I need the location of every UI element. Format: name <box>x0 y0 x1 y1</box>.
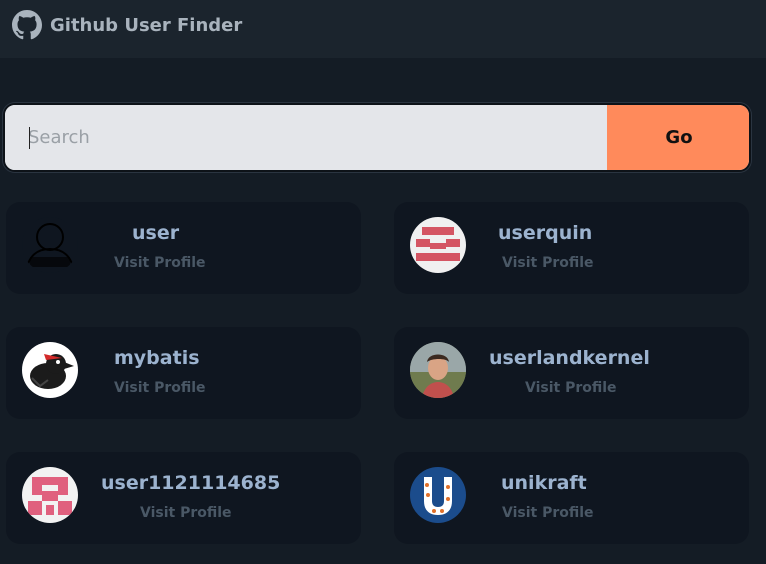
user-card[interactable]: user1121114685 Visit Profile <box>6 452 361 544</box>
user-card[interactable]: unikraft Visit Profile <box>394 452 749 544</box>
person-photo-icon <box>410 342 466 398</box>
visit-profile-link[interactable]: Visit Profile <box>502 255 594 271</box>
search-bar: Go <box>3 103 751 172</box>
avatar <box>22 467 78 523</box>
visit-profile-link[interactable]: Visit Profile <box>114 380 206 396</box>
visit-profile-link[interactable]: Visit Profile <box>525 380 617 396</box>
user-card[interactable]: userlandkernel Visit Profile <box>394 327 749 419</box>
visit-profile-link[interactable]: Visit Profile <box>502 505 594 521</box>
user-card[interactable]: user Visit Profile <box>6 202 361 294</box>
avatar <box>22 342 78 398</box>
avatar <box>410 467 466 523</box>
visit-profile-link[interactable]: Visit Profile <box>140 505 232 521</box>
user-card[interactable]: userquin Visit Profile <box>394 202 749 294</box>
username: mybatis <box>114 347 200 369</box>
username: user1121114685 <box>101 472 281 494</box>
go-button[interactable]: Go <box>607 105 749 170</box>
avatar <box>410 342 466 398</box>
app-title: Github User Finder <box>50 15 243 36</box>
visit-profile-link[interactable]: Visit Profile <box>114 255 206 271</box>
username: unikraft <box>501 472 587 494</box>
pink-identicon-icon <box>28 477 72 515</box>
avatar <box>410 217 466 273</box>
text-caret <box>29 127 30 149</box>
username: userquin <box>498 222 593 244</box>
top-bar: Github User Finder <box>0 0 766 58</box>
search-input[interactable] <box>5 105 605 170</box>
user-card[interactable]: mybatis Visit Profile <box>6 327 361 419</box>
bird-logo-icon <box>30 354 74 389</box>
github-icon <box>12 10 42 40</box>
username: userlandkernel <box>489 347 650 369</box>
default-silhouette-icon <box>25 223 75 273</box>
unikraft-logo-icon <box>424 477 452 515</box>
red-identicon-icon <box>416 227 460 261</box>
avatar <box>22 217 78 273</box>
username: user <box>132 222 180 244</box>
